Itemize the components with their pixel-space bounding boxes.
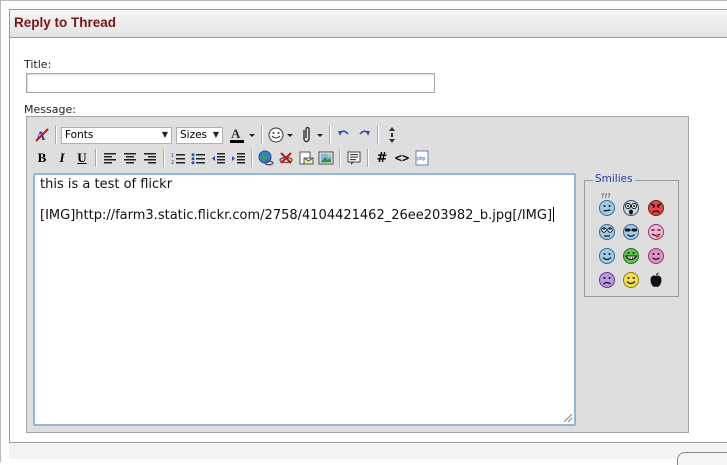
chevron-down-icon: ▼ (212, 129, 219, 139)
page-title: Reply to Thread (14, 15, 117, 30)
smilies-panel: Smilies ??? (584, 173, 679, 297)
toolbar-separator (329, 126, 331, 144)
footer-tab[interactable] (677, 452, 727, 465)
align-right-icon (144, 153, 156, 164)
message-line-1: this is a test of flickr (40, 177, 173, 192)
resize-icon (389, 127, 395, 143)
bold-button[interactable]: B (33, 148, 51, 168)
text-color-icon: A (230, 126, 255, 143)
toolbar-separator (261, 126, 263, 144)
outdent-icon (212, 152, 225, 163)
message-label: Message: (24, 103, 76, 116)
italic-button[interactable]: I (53, 148, 71, 168)
bullet-list-icon (191, 152, 205, 164)
apple-logo-icon[interactable] (647, 271, 665, 289)
toolbar-separator (251, 149, 253, 167)
text-color-button[interactable]: A (227, 125, 257, 145)
smile-smilie-icon[interactable] (598, 247, 616, 265)
message-line-2-text: [IMG]http://farm3.static.flickr.com/2758… (40, 208, 553, 223)
align-left-icon (104, 153, 116, 164)
toolbar-separator (367, 149, 369, 167)
rolleyes-smilie-icon[interactable] (598, 223, 616, 241)
redo-button[interactable] (355, 125, 373, 145)
svg-text:php: php (417, 156, 426, 162)
php-icon: php (415, 150, 429, 166)
mad-smilie-icon[interactable] (647, 199, 665, 217)
globe-link-icon (258, 150, 274, 166)
quote-button[interactable] (345, 148, 363, 168)
title-label: Title: (24, 58, 52, 71)
frown-smilie-icon[interactable] (598, 271, 616, 289)
resize-grip[interactable] (564, 414, 572, 422)
tongue-smilie-icon[interactable] (647, 223, 665, 241)
cool-smilie-icon[interactable] (622, 223, 640, 241)
indent-button[interactable] (229, 148, 247, 168)
svg-text:1: 1 (171, 153, 174, 159)
wink-smilie-icon[interactable] (622, 271, 640, 289)
align-center-icon (124, 153, 136, 164)
toolbar-separator (95, 149, 97, 167)
attach-button[interactable] (297, 125, 325, 145)
quote-icon (347, 151, 361, 165)
insert-email-button[interactable] (297, 148, 315, 168)
message-line-2: [IMG]http://farm3.static.flickr.com/2758… (40, 207, 555, 223)
remove-format-icon: A (35, 128, 49, 143)
remove-format-button[interactable]: A (33, 125, 51, 145)
wrap-php-button[interactable]: php (413, 148, 431, 168)
paperclip-icon (303, 126, 323, 143)
undo-button[interactable] (335, 125, 353, 145)
indent-icon (232, 152, 245, 163)
unordered-list-button[interactable] (189, 148, 207, 168)
smilies-legend: Smilies (593, 173, 635, 185)
toolbar-separator (55, 126, 57, 144)
insert-link-button[interactable] (257, 148, 275, 168)
panel-header: Reply to Thread (9, 9, 727, 38)
resize-editor-button[interactable] (383, 125, 401, 145)
redface-smilie-icon[interactable] (647, 247, 665, 265)
align-right-button[interactable] (141, 148, 159, 168)
image-icon (318, 151, 334, 165)
title-input[interactable] (26, 73, 435, 93)
ordered-list-icon: 12 (171, 153, 185, 165)
form-footer (9, 442, 727, 459)
toolbar-separator (163, 149, 165, 167)
biggrin-smilie-icon[interactable] (622, 247, 640, 265)
toolbar-separator (339, 149, 341, 167)
wrap-code-hash-button[interactable]: # (373, 148, 391, 168)
align-left-button[interactable] (101, 148, 119, 168)
email-link-icon (299, 151, 314, 165)
ordered-list-button[interactable]: 12 (169, 148, 187, 168)
text-caret (553, 207, 555, 222)
remove-link-button[interactable] (277, 148, 295, 168)
svg-text:A: A (231, 126, 241, 141)
insert-smilie-button[interactable] (267, 125, 295, 145)
font-select-value: Fonts (65, 129, 94, 141)
eek-smilie-icon[interactable] (622, 199, 640, 217)
message-textarea[interactable]: this is a test of flickr [IMG]http://far… (33, 173, 576, 426)
undo-icon (338, 130, 349, 136)
toolbar-separator (377, 126, 379, 144)
toolbar-row-1: A Fonts ▼ Sizes ▼ A (33, 124, 403, 146)
toolbar-row-2: B I U 12 # <> php (33, 147, 433, 169)
svg-text:???: ??? (601, 193, 611, 200)
wrap-html-button[interactable]: <> (393, 148, 411, 168)
redo-icon (359, 130, 370, 136)
unlink-icon (279, 152, 293, 164)
size-select[interactable]: Sizes ▼ (176, 126, 223, 144)
smiley-icon (268, 127, 293, 143)
confused-smilie-icon[interactable]: ??? (598, 193, 616, 217)
font-select[interactable]: Fonts ▼ (61, 126, 172, 144)
align-center-button[interactable] (121, 148, 139, 168)
size-select-value: Sizes (180, 129, 208, 141)
svg-text:2: 2 (171, 160, 174, 165)
underline-button[interactable]: U (73, 148, 91, 168)
chevron-down-icon: ▼ (161, 129, 168, 139)
insert-image-button[interactable] (317, 148, 335, 168)
outdent-button[interactable] (209, 148, 227, 168)
